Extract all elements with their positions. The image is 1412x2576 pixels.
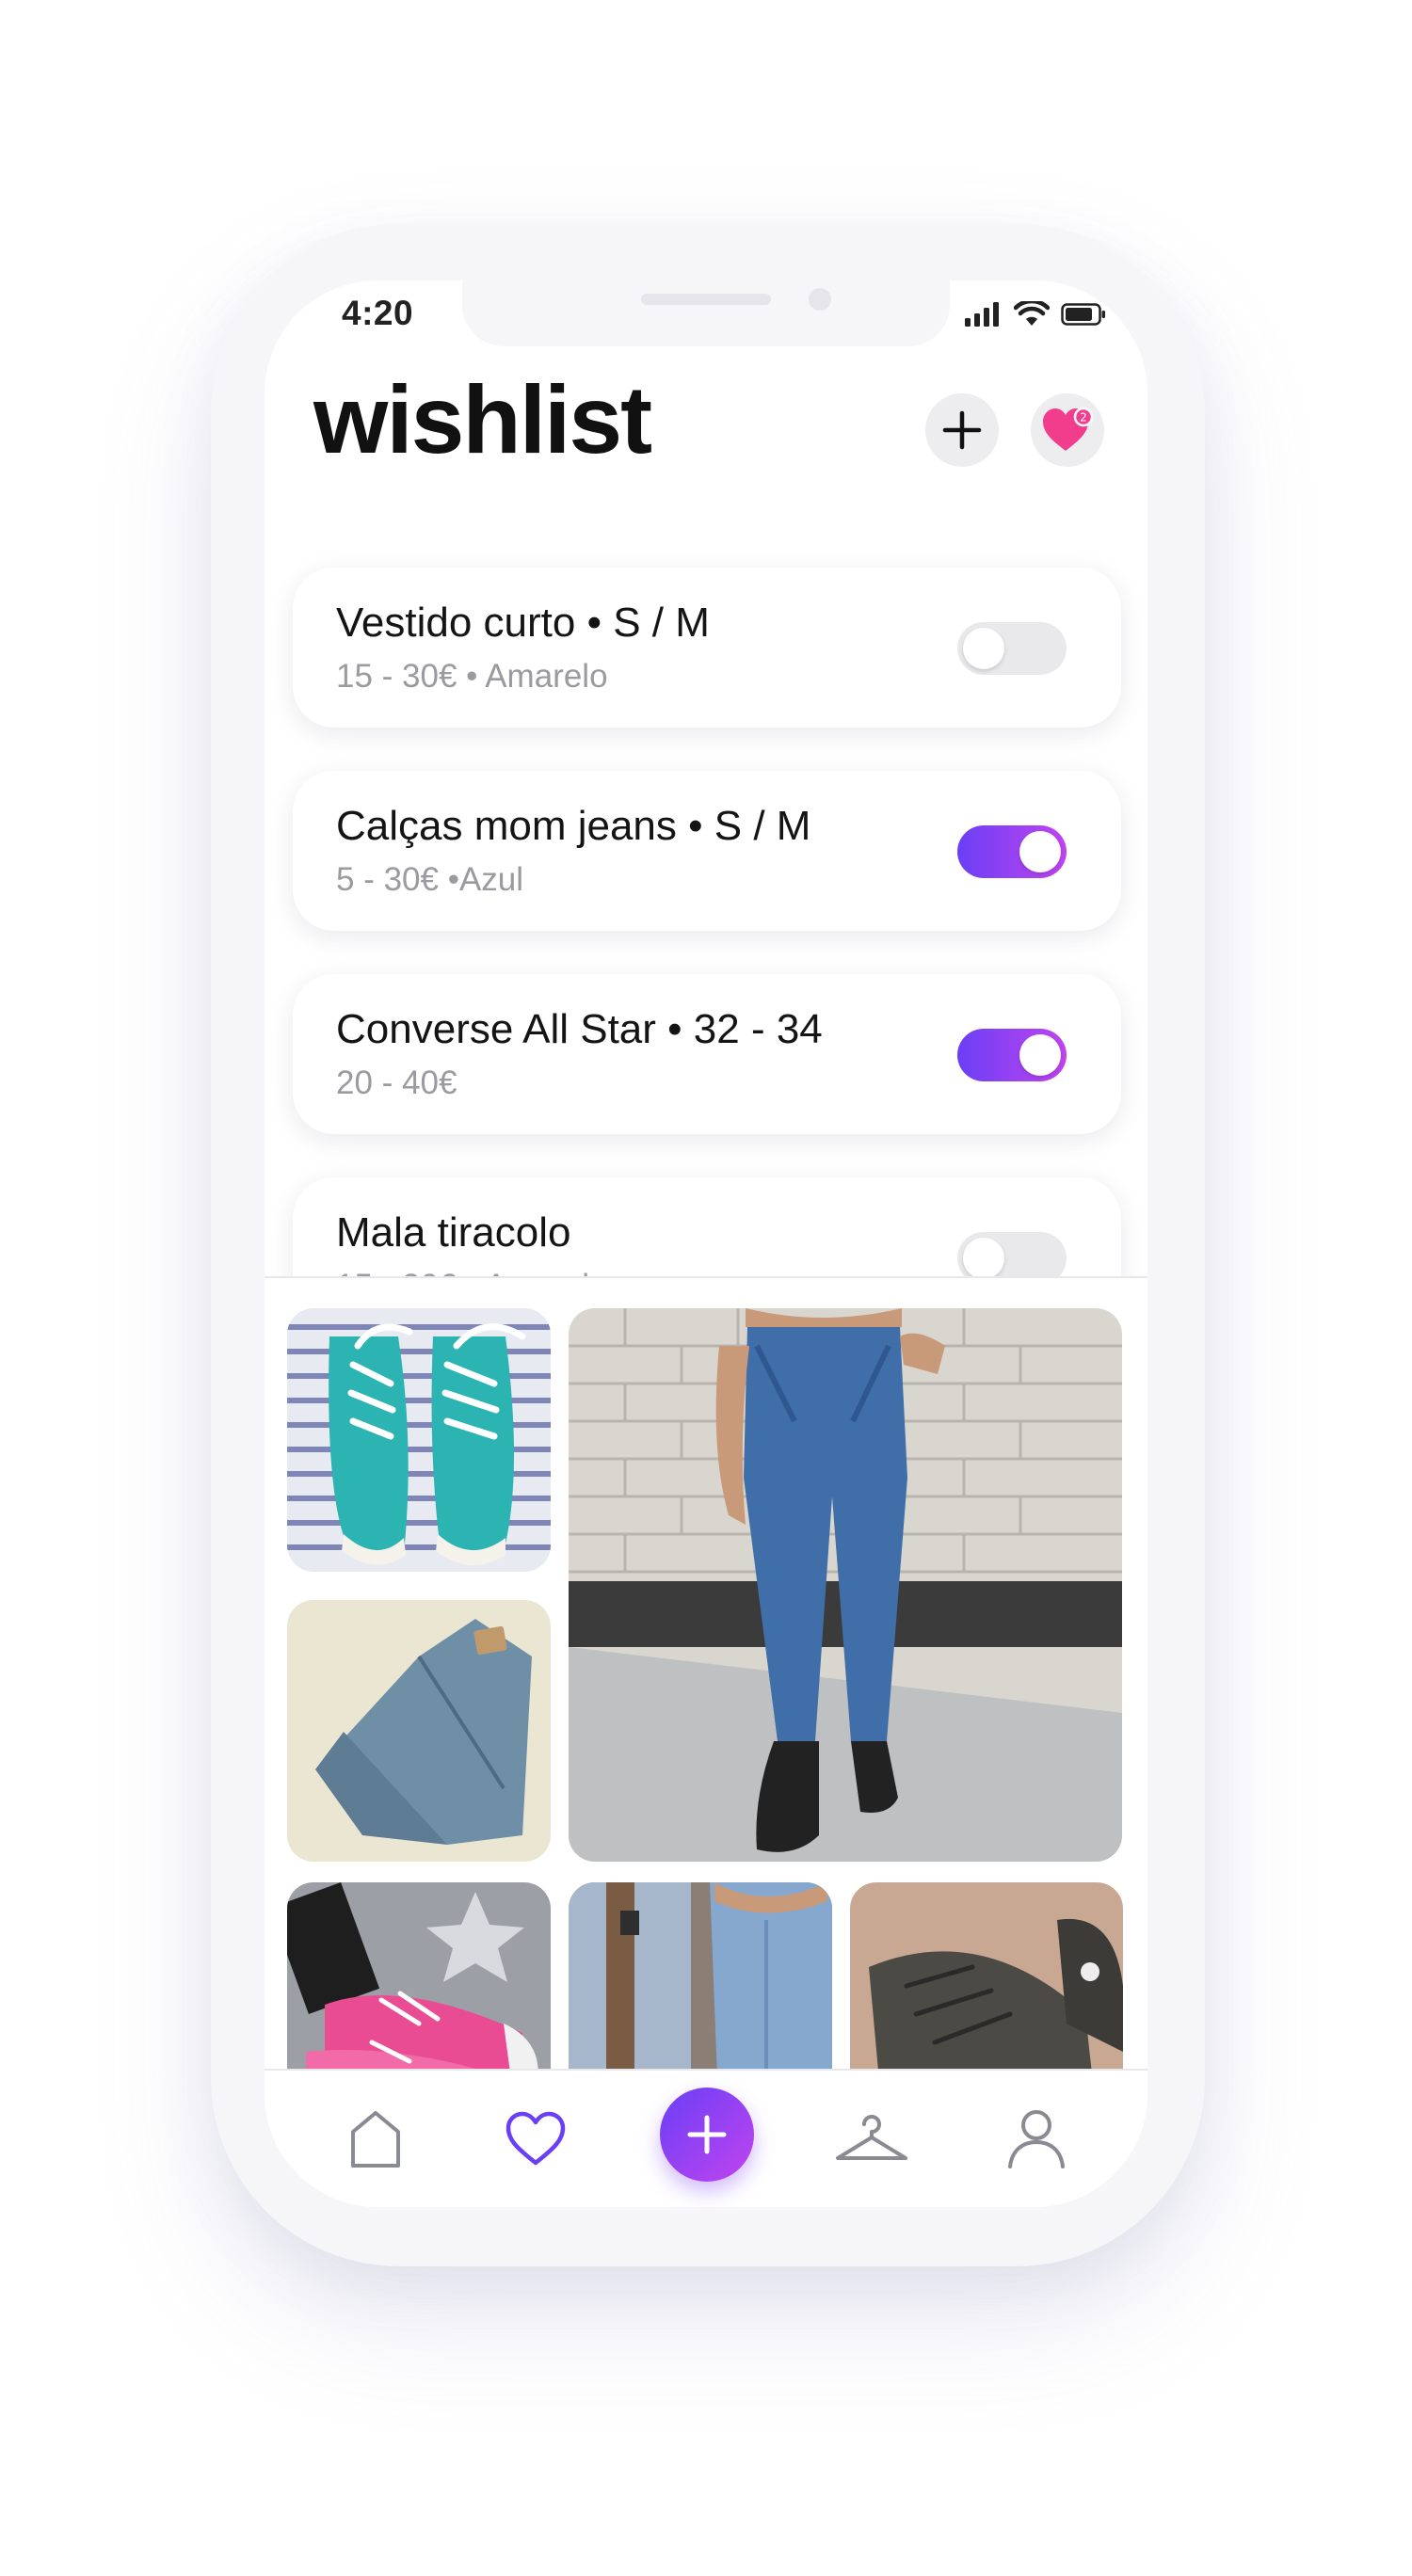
profile-tab[interactable]	[994, 2097, 1079, 2182]
notch	[462, 280, 950, 346]
wish-subtitle: 20 - 40€	[336, 1064, 457, 1101]
wish-toggle[interactable]	[957, 825, 1067, 878]
wishlist-card[interactable]: Converse All Star • 32 - 34 20 - 40€	[293, 974, 1121, 1134]
photo-folded-jeans[interactable]	[287, 1600, 551, 1862]
favorites-button[interactable]: 2	[1031, 393, 1104, 467]
wish-subtitle: 5 - 30€ •Azul	[336, 861, 524, 898]
favorites-tab[interactable]	[493, 2097, 578, 2182]
wish-toggle[interactable]	[957, 622, 1067, 675]
page-title: wishlist	[313, 366, 652, 473]
tab-bar	[265, 2071, 1147, 2207]
wish-title: Calças mom jeans • S / M	[336, 803, 811, 849]
toggle-knob	[963, 628, 1004, 669]
signal-icon	[965, 302, 999, 327]
wish-title: Converse All Star • 32 - 34	[336, 1006, 823, 1052]
wish-subtitle: 15 - 30€ • Amarelo	[336, 658, 608, 695]
add-item-button[interactable]	[660, 2088, 754, 2182]
plus-icon	[942, 410, 982, 450]
hanger-icon	[836, 2115, 907, 2160]
wish-title: Mala tiracolo	[336, 1209, 571, 1256]
photo-teal-sneakers[interactable]	[287, 1308, 551, 1572]
toggle-knob	[1019, 1034, 1061, 1076]
wish-title: Vestido curto • S / M	[336, 600, 710, 646]
wardrobe-tab[interactable]	[829, 2097, 914, 2182]
wifi-icon	[1014, 301, 1050, 326]
wishlist-card[interactable]: Vestido curto • S / M 15 - 30€ • Amarelo	[293, 568, 1121, 728]
battery-icon	[1061, 303, 1105, 326]
wish-toggle[interactable]	[957, 1029, 1067, 1081]
toggle-knob	[963, 1238, 1004, 1276]
heart-badge-icon: 2	[1043, 407, 1094, 451]
user-icon	[1008, 2110, 1065, 2168]
heart-icon	[505, 2111, 566, 2166]
inspiration-gallery	[265, 1278, 1147, 2125]
app-screen: 4:20 wishlist 2 Vestido curto • S / M 15…	[265, 280, 1147, 2207]
wishlist-card[interactable]: Mala tiracolo 15 - 30€ • Amarelo	[293, 1177, 1121, 1276]
home-tab[interactable]	[333, 2097, 418, 2182]
add-wish-button[interactable]	[925, 393, 999, 467]
wishlist-list: Vestido curto • S / M 15 - 30€ • Amarelo…	[265, 544, 1147, 1276]
wish-subtitle: 15 - 30€ • Amarelo	[336, 1268, 608, 1276]
home-icon	[351, 2111, 400, 2168]
plus-icon	[687, 2115, 727, 2154]
fav-count: 2	[1080, 411, 1087, 424]
status-time: 4:20	[342, 294, 414, 332]
speaker	[641, 294, 771, 305]
wish-toggle[interactable]	[957, 1232, 1067, 1276]
wishlist-card[interactable]: Calças mom jeans • S / M 5 - 30€ •Azul	[293, 771, 1121, 931]
camera	[809, 288, 831, 311]
status-icons	[965, 301, 1106, 328]
toggle-knob	[1019, 831, 1061, 872]
photo-mom-jeans-model[interactable]	[569, 1308, 1122, 1862]
